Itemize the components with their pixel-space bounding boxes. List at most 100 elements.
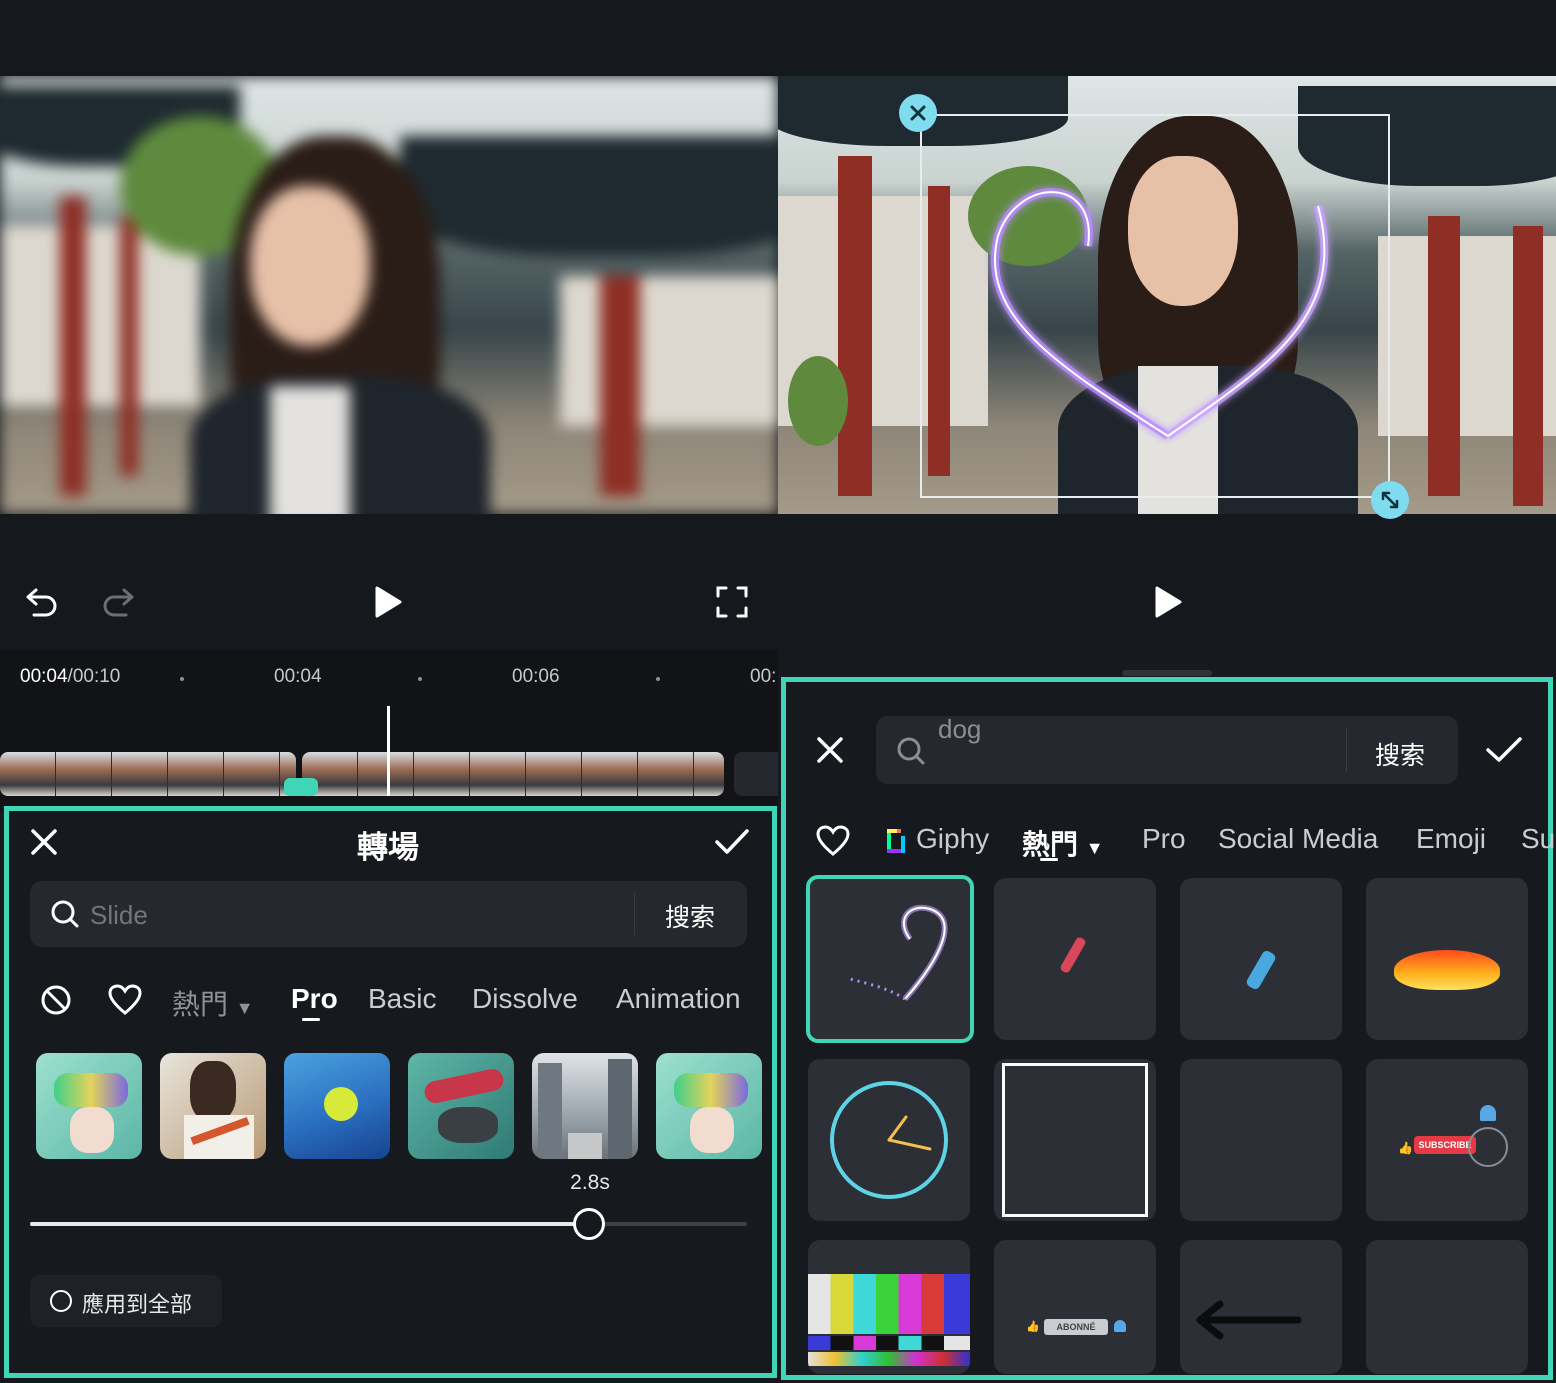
sticker-fire[interactable] [1366, 878, 1528, 1040]
subscribe-badge: SUBSCRIBE [1414, 1136, 1476, 1154]
checkmark-icon [715, 829, 749, 854]
timeline-dot [656, 677, 660, 681]
close-icon [31, 829, 57, 855]
duration-slider-thumb[interactable] [573, 1208, 606, 1240]
duration-slider-track[interactable] [30, 1222, 747, 1226]
sticker-pencil-blue[interactable] [1180, 878, 1342, 1040]
transition-thumb[interactable] [284, 1053, 390, 1159]
play-icon [375, 586, 402, 618]
transition-thumb[interactable] [36, 1053, 142, 1159]
clip-1[interactable] [0, 752, 296, 796]
sticker-pencil-red[interactable] [994, 878, 1156, 1040]
transition-thumb[interactable] [532, 1053, 638, 1159]
transition-panel-title: 轉場 [357, 830, 419, 865]
filter-dissolve[interactable]: Dissolve [472, 983, 578, 1015]
sparkle-heart-icon [849, 904, 948, 1001]
tab-emoji[interactable]: Emoji [1416, 823, 1486, 855]
sticker-frame[interactable] [994, 1059, 1156, 1221]
sticker-arrow[interactable] [1180, 1240, 1342, 1374]
apply-to-all-radio[interactable] [50, 1290, 72, 1312]
active-tab-indicator [1040, 858, 1058, 861]
pencil-icon [1244, 949, 1278, 991]
current-time: 00:04 [20, 666, 68, 687]
abonne-badge: ABONNÉ [1044, 1319, 1108, 1335]
sticker-selection-box[interactable] [920, 114, 1390, 498]
arrow-left-icon [1196, 1300, 1302, 1340]
bell-icon [1114, 1320, 1126, 1332]
resize-icon [1381, 491, 1399, 509]
pencil-icon [1059, 936, 1087, 974]
transition-close-button[interactable] [24, 822, 64, 862]
cursor-ring [1468, 1127, 1508, 1167]
redo-icon [103, 588, 134, 617]
transition-thumb[interactable] [408, 1053, 514, 1159]
sticker-search-button[interactable]: 搜索 [1360, 736, 1440, 772]
bell-icon [1480, 1105, 1496, 1121]
transition-marker[interactable] [284, 778, 318, 796]
sticker-delete-handle[interactable] [899, 94, 937, 132]
filter-basic[interactable]: Basic [368, 983, 436, 1015]
sticker-clock[interactable] [808, 1059, 970, 1221]
sticker-confirm-button[interactable] [1482, 730, 1526, 770]
undo-button[interactable] [20, 580, 64, 624]
video-preview-left [0, 76, 778, 514]
timeline-tick: 00:04 [274, 666, 322, 687]
sticker-resize-handle[interactable] [1371, 481, 1409, 519]
transition-thumb[interactable] [160, 1053, 266, 1159]
undo-icon [26, 588, 57, 617]
active-filter-indicator [302, 1018, 320, 1021]
filter-popular-label: 熱門 [172, 989, 229, 1020]
add-clip-button[interactable] [734, 752, 778, 796]
search-divider [634, 893, 635, 935]
tab-popular[interactable]: 熱門 ▼ [1022, 823, 1104, 863]
redo-button[interactable] [96, 580, 140, 624]
none-icon[interactable] [40, 984, 72, 1016]
sticker-subscribe[interactable]: 👍 SUBSCRIBE [1366, 1059, 1528, 1221]
close-icon [817, 737, 843, 763]
sticker-blank-2[interactable] [1366, 1240, 1528, 1374]
tab-pro[interactable]: Pro [1142, 823, 1186, 855]
transition-search-input[interactable] [88, 890, 612, 940]
sticker-blank[interactable] [1180, 1059, 1342, 1221]
total-time: /00:10 [67, 666, 121, 687]
play-button-right[interactable] [1146, 580, 1190, 624]
fullscreen-icon [716, 586, 748, 618]
clock-icon [830, 1081, 948, 1199]
timeline-tick: 00: [750, 666, 777, 687]
sticker-color-bars[interactable] [808, 1240, 970, 1374]
fire-icon [1394, 950, 1500, 990]
timecode: 00:04/00:10 [20, 666, 120, 688]
filter-popular[interactable]: 熱門 ▼ [172, 983, 254, 1023]
search-divider [1346, 728, 1347, 772]
filter-animation[interactable]: Animation [616, 983, 741, 1015]
giphy-logo-icon [887, 829, 905, 853]
play-button-left[interactable] [366, 580, 410, 624]
sticker-close-button[interactable] [810, 730, 850, 770]
fullscreen-button[interactable] [710, 580, 754, 624]
sticker-heart-sparkle[interactable] [806, 875, 974, 1043]
transition-thumb[interactable] [656, 1053, 762, 1159]
playhead[interactable] [387, 706, 390, 796]
duration-slider-fill [30, 1222, 590, 1226]
favorites-heart-icon[interactable] [816, 825, 850, 857]
tab-social-media[interactable]: Social Media [1218, 823, 1378, 855]
square-frame-icon [1002, 1063, 1148, 1217]
duration-label: 2.8s [570, 1171, 610, 1194]
favorites-heart-icon[interactable] [108, 984, 142, 1016]
clip-2[interactable] [302, 752, 724, 796]
close-icon [910, 105, 926, 121]
filter-pro[interactable]: Pro [291, 983, 338, 1015]
chevron-down-icon: ▼ [235, 998, 254, 1018]
transition-confirm-button[interactable] [712, 822, 752, 862]
tab-giphy[interactable]: Giphy [916, 823, 989, 855]
checkmark-icon [1486, 737, 1522, 762]
transition-search-button[interactable]: 搜索 [650, 898, 730, 934]
sticker-abonne[interactable]: 👍 ABONNÉ [994, 1240, 1156, 1374]
apply-to-all-label: 應用到全部 [82, 1292, 193, 1317]
tab-more[interactable]: Su [1521, 823, 1555, 855]
sheet-drag-handle[interactable] [1122, 670, 1212, 676]
search-icon [51, 900, 79, 928]
sticker-search-input[interactable]: dog [938, 714, 981, 745]
preview-scene-left [0, 76, 778, 514]
thumbs-up-icon: 👍 [1398, 1141, 1413, 1155]
